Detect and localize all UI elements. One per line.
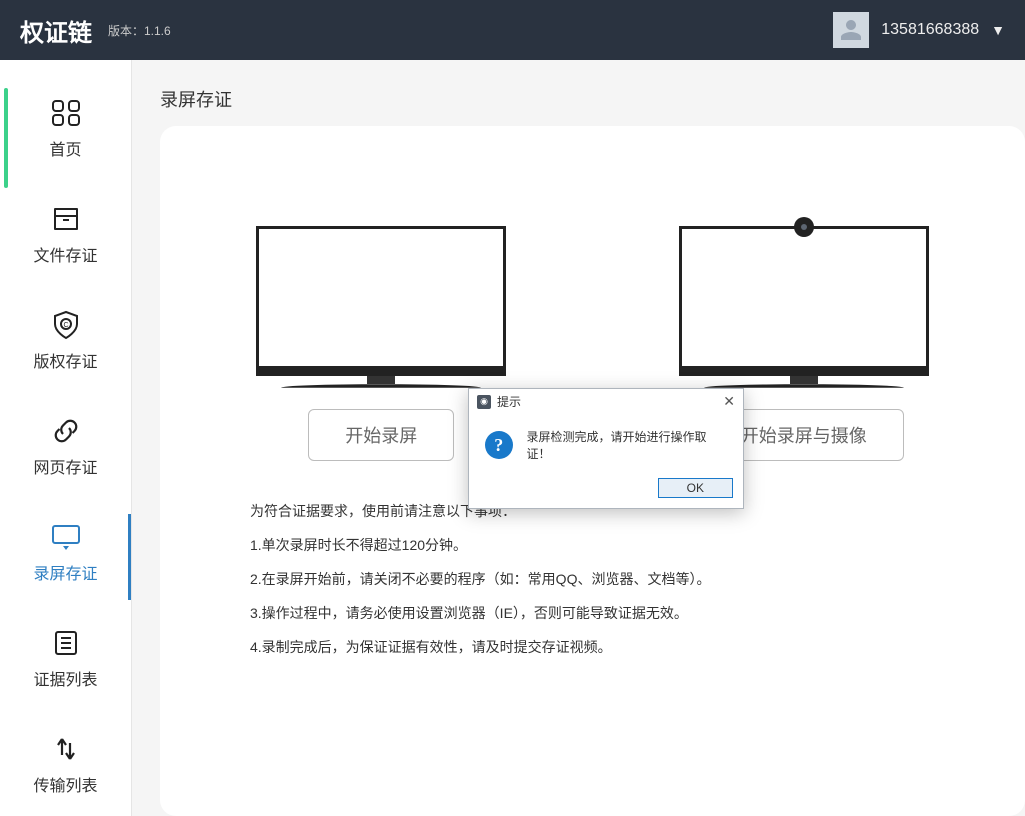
instruction-line: 4.录制完成后，为保证证据有效性，请及时提交存证视频。 bbox=[250, 637, 935, 657]
dialog-titlebar: ◉ 提示 ✕ bbox=[469, 389, 743, 414]
instruction-line: 1.单次录屏时长不得超过120分钟。 bbox=[250, 535, 935, 555]
app-logo: 权证链 bbox=[20, 13, 92, 48]
info-icon: ? bbox=[485, 431, 513, 459]
info-dialog: ◉ 提示 ✕ ? 录屏检测完成，请开始进行操作取证！ OK bbox=[468, 388, 744, 509]
sidebar-item-label: 文件存证 bbox=[33, 242, 97, 266]
sidebar-item-label: 首页 bbox=[49, 136, 81, 160]
sidebar-item-webpage-evidence[interactable]: 网页存证 bbox=[0, 398, 131, 504]
link-icon bbox=[49, 416, 83, 446]
sidebar-item-file-evidence[interactable]: 文件存证 bbox=[0, 186, 131, 292]
dropdown-icon[interactable]: ▼ bbox=[991, 22, 1005, 38]
sidebar-item-home[interactable]: 首页 bbox=[0, 80, 131, 186]
version-label: 版本：1.1.6 bbox=[108, 22, 171, 39]
instruction-line: 2.在录屏开始前，请关闭不必要的程序（如：常用QQ、浏览器、文档等）。 bbox=[250, 569, 935, 589]
monitor-record-icon bbox=[49, 522, 83, 552]
sidebar-item-label: 网页存证 bbox=[33, 454, 97, 478]
start-record-button[interactable]: 开始录屏 bbox=[308, 409, 454, 461]
monitor-webcam-icon bbox=[679, 226, 929, 376]
avatar[interactable] bbox=[833, 12, 869, 48]
header-user-area[interactable]: 13581668388 ▼ bbox=[833, 12, 1005, 48]
sidebar-item-label: 版权存证 bbox=[33, 348, 97, 372]
sidebar-item-evidence-list[interactable]: 证据列表 bbox=[0, 610, 131, 716]
svg-text:C: C bbox=[63, 322, 68, 329]
header: 权证链 版本：1.1.6 13581668388 ▼ bbox=[0, 0, 1025, 60]
sidebar-item-label: 证据列表 bbox=[33, 666, 97, 690]
dialog-title-text: 提示 bbox=[497, 393, 521, 410]
sidebar-item-copyright-evidence[interactable]: C 版权存证 bbox=[0, 292, 131, 398]
sidebar-item-transfer-list[interactable]: 传输列表 bbox=[0, 716, 131, 816]
sidebar: 首页 文件存证 C 版权存证 网页存证 录屏存证 bbox=[0, 60, 132, 816]
sidebar-item-label: 录屏存证 bbox=[33, 560, 97, 584]
transfer-icon bbox=[49, 734, 83, 764]
page-title: 录屏存证 bbox=[160, 86, 1025, 112]
user-id: 13581668388 bbox=[881, 21, 979, 39]
file-box-icon bbox=[49, 204, 83, 234]
sidebar-item-screen-record-evidence[interactable]: 录屏存证 bbox=[0, 504, 131, 610]
dialog-footer: OK bbox=[469, 470, 743, 508]
shield-copyright-icon: C bbox=[49, 310, 83, 340]
grid-icon bbox=[49, 98, 83, 128]
list-icon bbox=[49, 628, 83, 658]
instructions: 为符合证据要求，使用前请注意以下事项： 1.单次录屏时长不得超过120分钟。 2… bbox=[250, 501, 935, 657]
user-icon bbox=[839, 18, 863, 42]
dialog-app-icon: ◉ bbox=[477, 395, 491, 409]
close-icon[interactable]: ✕ bbox=[723, 393, 735, 410]
monitor-icon bbox=[256, 226, 506, 376]
sidebar-item-label: 传输列表 bbox=[33, 772, 97, 796]
ok-button[interactable]: OK bbox=[658, 478, 733, 498]
webcam-icon bbox=[794, 217, 814, 237]
dialog-body: ? 录屏检测完成，请开始进行操作取证！ bbox=[469, 414, 743, 470]
instruction-line: 3.操作过程中，请务必使用设置浏览器（IE），否则可能导致证据无效。 bbox=[250, 603, 935, 623]
dialog-message: 录屏检测完成，请开始进行操作取证！ bbox=[527, 428, 727, 462]
